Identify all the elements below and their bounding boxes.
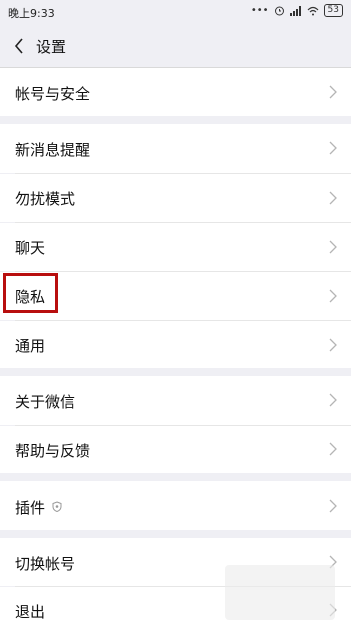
chevron-right-icon [329,338,337,352]
item-label: 聊天 [15,239,46,257]
alarm-icon [274,6,284,16]
signal-icon [289,5,301,16]
chevron-right-icon [329,85,337,99]
item-label: 勿扰模式 [15,190,76,208]
settings-item-help-feedback[interactable]: 帮助与反馈 [0,426,351,473]
item-label: 插件 [15,499,46,517]
back-button[interactable] [8,32,32,60]
item-label: 新消息提醒 [15,141,91,159]
item-label: 帐号与安全 [15,85,91,103]
settings-item-plugins[interactable]: 插件 [0,481,351,530]
settings-item-do-not-disturb[interactable]: 勿扰模式 [0,174,351,222]
chevron-right-icon [329,393,337,407]
highlight-box [3,273,58,313]
item-label: 退出 [15,603,46,621]
chevron-right-icon [329,289,337,303]
item-label: 帮助与反馈 [15,442,91,460]
nav-bar: 设置 [0,24,351,68]
watermark-overlay [225,565,335,620]
chevron-right-icon [329,141,337,155]
chevron-right-icon [329,442,337,456]
battery-indicator: 53 [323,4,343,17]
status-icons: ••• 53 [251,4,343,17]
settings-item-general[interactable]: 通用 [0,321,351,368]
page-title: 设置 [36,38,67,56]
settings-item-about-wechat[interactable]: 关于微信 [0,376,351,425]
status-time: 晚上9:33 [8,7,55,20]
item-label: 切换帐号 [15,555,76,573]
item-label: 关于微信 [15,393,76,411]
settings-item-new-message-alert[interactable]: 新消息提醒 [0,124,351,173]
chevron-right-icon [329,240,337,254]
wifi-icon [307,6,318,15]
settings-item-chat[interactable]: 聊天 [0,223,351,271]
item-label: 通用 [15,337,46,355]
settings-item-account-security[interactable]: 帐号与安全 [0,68,351,116]
chevron-right-icon [329,499,337,513]
status-bar: 晚上9:33 ••• 53 [0,0,351,24]
back-arrow-icon [14,38,23,54]
shield-icon [52,501,62,512]
more-dots-icon: ••• [250,5,269,16]
chevron-right-icon [329,191,337,205]
